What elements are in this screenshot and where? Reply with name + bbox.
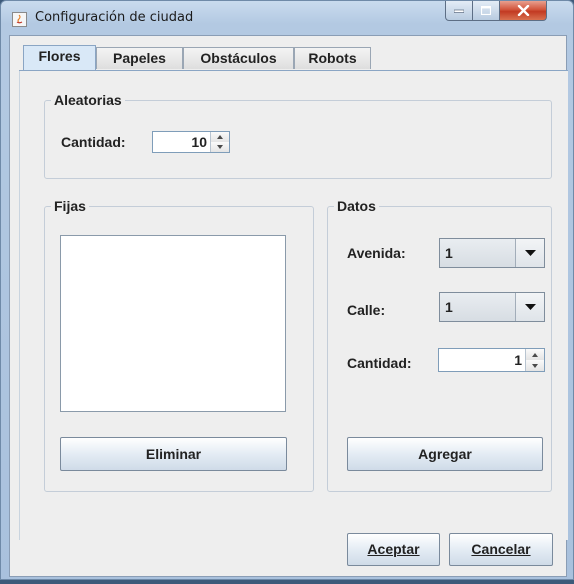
fijas-list[interactable]	[60, 235, 286, 412]
avenida-combo[interactable]: 1	[439, 238, 545, 268]
caret-down-icon	[217, 145, 223, 149]
fijas-title: Fijas	[51, 198, 89, 214]
avenida-value: 1	[445, 245, 453, 261]
aleatorias-cantidad-value: 10	[191, 134, 207, 150]
tab-robots[interactable]: Robots	[294, 47, 371, 69]
eliminar-label: Eliminar	[145, 446, 202, 462]
maximize-button[interactable]	[473, 1, 500, 21]
cancelar-label: Cancelar	[471, 541, 531, 557]
datos-title: Datos	[334, 198, 379, 214]
close-icon	[517, 5, 529, 16]
tab-panel-flores: Aleatorias Cantidad: 10 Fijas Eliminar D…	[19, 71, 568, 540]
aleatorias-cantidad-spinner[interactable]: 10	[152, 131, 230, 153]
tab-obstaculos[interactable]: Obstáculos	[183, 47, 294, 69]
maximize-icon	[481, 6, 491, 15]
tab-label: Flores	[38, 48, 81, 64]
datos-cantidad-spinner[interactable]: 1	[438, 348, 545, 372]
java-app-icon	[12, 12, 27, 27]
aleatorias-cantidad-label: Cantidad:	[61, 134, 126, 150]
window-frame: Configuración de ciudad Flores Papeles O…	[0, 0, 574, 580]
tab-label: Papeles	[113, 50, 166, 66]
tab-strip: Flores Papeles Obstáculos Robots	[23, 45, 563, 70]
dialog-content: Flores Papeles Obstáculos Robots Aleator…	[9, 35, 568, 577]
calle-dropdown-button[interactable]	[515, 293, 544, 321]
calle-label: Calle:	[347, 302, 386, 318]
datos-group: Datos Avenida: 1 Calle: 1 Cantidad: 1 Ag…	[327, 198, 552, 492]
calle-combo[interactable]: 1	[439, 292, 545, 322]
datos-cantidad-label: Cantidad:	[347, 355, 412, 371]
calle-value: 1	[445, 299, 453, 315]
tab-label: Obstáculos	[200, 50, 277, 66]
spinner-down-button[interactable]	[526, 360, 544, 371]
tab-label: Robots	[308, 50, 357, 66]
caret-up-icon	[217, 135, 223, 139]
tab-flores[interactable]: Flores	[23, 45, 96, 70]
caret-up-icon	[532, 352, 538, 357]
chevron-down-icon	[524, 250, 536, 256]
title-bar[interactable]: Configuración de ciudad	[1, 1, 573, 35]
eliminar-button[interactable]: Eliminar	[60, 437, 287, 471]
agregar-label: Agregar	[418, 446, 472, 462]
avenida-dropdown-button[interactable]	[515, 239, 544, 267]
close-button[interactable]	[500, 1, 547, 21]
aceptar-label: Aceptar	[367, 541, 420, 557]
minimize-icon	[454, 9, 464, 13]
aleatorias-title: Aleatorias	[51, 92, 125, 108]
spinner-arrows	[525, 349, 544, 371]
tab-papeles[interactable]: Papeles	[96, 47, 183, 69]
fijas-group: Fijas Eliminar	[44, 198, 314, 492]
spinner-arrows	[210, 132, 229, 152]
agregar-button[interactable]: Agregar	[347, 437, 543, 471]
avenida-label: Avenida:	[347, 245, 406, 261]
datos-cantidad-value: 1	[514, 352, 522, 368]
aceptar-button[interactable]: Aceptar	[347, 533, 440, 566]
chevron-down-icon	[524, 304, 536, 310]
window-title: Configuración de ciudad	[35, 10, 194, 25]
aleatorias-group: Aleatorias Cantidad: 10	[44, 92, 552, 179]
spinner-down-button[interactable]	[211, 142, 229, 152]
caret-down-icon	[532, 363, 538, 368]
minimize-button[interactable]	[445, 1, 473, 21]
cancelar-button[interactable]: Cancelar	[449, 533, 553, 566]
